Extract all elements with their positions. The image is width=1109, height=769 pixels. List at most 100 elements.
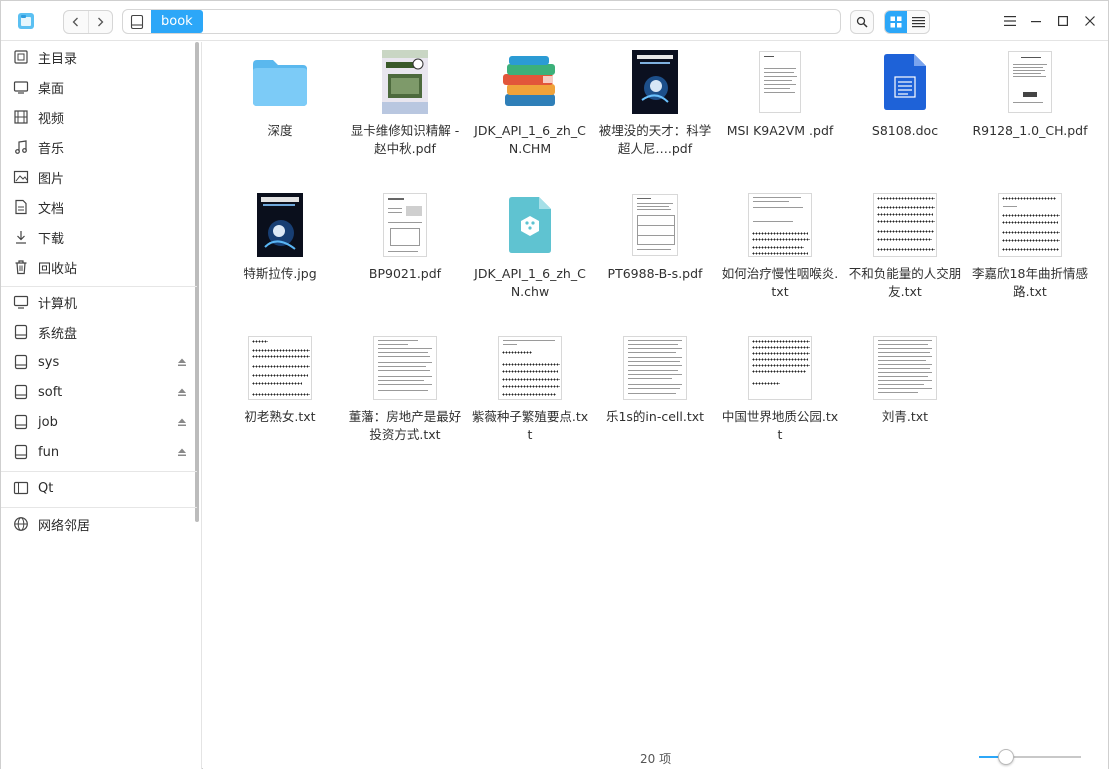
search-button[interactable] <box>850 10 874 34</box>
zoom-slider[interactable] <box>979 756 1081 758</box>
sidebar-item-documents[interactable]: 文档 <box>1 192 193 222</box>
file-name: 乐1s的in-cell.txt <box>605 409 705 424</box>
file-item[interactable]: JDK_API_1_6_zh_CN.chw <box>470 189 590 319</box>
sidebar-item-label: 图片 <box>38 171 65 187</box>
sidebar-item-label: 桌面 <box>38 81 65 97</box>
close-button[interactable] <box>1079 10 1101 32</box>
file-item[interactable]: BP9021.pdf <box>345 189 465 319</box>
sidebar-item-videos[interactable]: 视频 <box>1 102 193 132</box>
eject-icon[interactable] <box>177 357 187 367</box>
pdf-thumbnail <box>373 193 437 257</box>
file-item[interactable]: S8108.doc <box>845 46 965 176</box>
sidebar-item-desktop[interactable]: 桌面 <box>1 72 193 102</box>
minimize-button[interactable] <box>1025 10 1047 32</box>
maximize-button[interactable] <box>1052 10 1074 32</box>
file-name: 显卡维修知识精解 - 赵中秋.pdf <box>350 123 460 156</box>
desktop-icon <box>13 81 29 94</box>
txt-thumbnail <box>748 193 812 257</box>
history-nav <box>63 10 113 34</box>
file-item[interactable]: 不和负能量的人交朋友.txt <box>845 189 965 319</box>
file-name: 如何治疗慢性咽喉炎.txt <box>721 266 839 299</box>
file-item[interactable]: 被埋没的天才：科学超人尼…​.pdf <box>595 46 715 176</box>
file-item[interactable]: 如何治疗慢性咽喉炎.txt <box>720 189 840 319</box>
file-item[interactable]: 显卡维修知识精解 - 赵中秋.pdf <box>345 46 465 176</box>
file-item[interactable]: MSI K9A2VM .pdf <box>720 46 840 176</box>
item-count: 20 项 <box>640 752 672 766</box>
file-item[interactable]: 中国世界地质公园.txt <box>720 332 840 462</box>
sidebar-item-computer[interactable]: 计算机 <box>1 287 193 317</box>
sidebar-item-label: 网络邻居 <box>38 518 91 534</box>
sidebar-item-label: 计算机 <box>38 296 78 312</box>
titlebar: book <box>1 1 1108 41</box>
disk-icon <box>130 14 144 30</box>
icon-view-button[interactable] <box>885 11 907 33</box>
home-icon <box>14 50 28 64</box>
file-item[interactable]: 董藩：房地产是最好投资方式.txt <box>345 332 465 462</box>
file-item[interactable]: 李嘉欣18年曲折情感路.txt <box>970 189 1090 319</box>
file-item[interactable]: R9128_1.0_CH.pdf <box>970 46 1090 176</box>
sidebar-item-sys[interactable]: sys <box>1 347 193 377</box>
word-document-icon <box>873 50 937 114</box>
file-item[interactable]: 紫薇种子繁殖要点.txt <box>470 332 590 462</box>
file-item[interactable]: 深度 <box>220 46 340 176</box>
sidebar-item-network[interactable]: 网络邻居 <box>1 509 193 539</box>
sidebar: 主目录 桌面 视频 音乐 图片 文档 下载 回收站 计算机 系统盘 sys so… <box>1 42 202 769</box>
disk-icon <box>14 414 28 430</box>
sidebar-item-home[interactable]: 主目录 <box>1 42 193 72</box>
sidebar-item-pictures[interactable]: 图片 <box>1 162 193 192</box>
sidebar-item-trash[interactable]: 回收站 <box>1 252 193 282</box>
file-name: MSI K9A2VM .pdf <box>726 123 834 138</box>
file-item[interactable]: 乐1s的in-cell.txt <box>595 332 715 462</box>
disk-icon <box>14 444 28 460</box>
sidebar-item-label: Qt <box>38 480 54 496</box>
minimize-icon <box>1031 21 1041 23</box>
file-name: JDK_API_1_6_zh_CN.CHM <box>474 123 586 156</box>
eject-icon[interactable] <box>177 417 187 427</box>
forward-button[interactable] <box>87 11 112 33</box>
menu-button[interactable] <box>999 10 1021 32</box>
sidebar-item-qt[interactable]: Qt <box>1 473 193 503</box>
file-item[interactable]: JDK_API_1_6_zh_CN.CHM <box>470 46 590 176</box>
sidebar-item-system-disk[interactable]: 系统盘 <box>1 317 193 347</box>
file-name: 被埋没的天才：科学超人尼…​.pdf <box>598 123 712 156</box>
breadcrumb-item-book[interactable]: book <box>151 10 203 33</box>
file-item[interactable]: 刘青.txt <box>845 332 965 462</box>
folder-icon <box>248 50 312 114</box>
list-view-button[interactable] <box>907 11 929 33</box>
file-name: JDK_API_1_6_zh_CN.chw <box>474 266 586 299</box>
file-name: 初老熟女.txt <box>244 409 316 424</box>
sidebar-scrollbar[interactable] <box>195 42 199 522</box>
eject-icon[interactable] <box>177 447 187 457</box>
file-manager-window: book 主目录 桌面 视频 音乐 图片 文档 下载 回收站 计算机 系统盘 s… <box>0 0 1109 769</box>
file-item[interactable]: 特斯拉传.jpg <box>220 189 340 319</box>
sidebar-item-music[interactable]: 音乐 <box>1 132 193 162</box>
disk-icon <box>14 384 28 400</box>
bookmark-icon <box>13 481 29 495</box>
sidebar-item-soft[interactable]: soft <box>1 377 193 407</box>
computer-icon <box>13 295 29 309</box>
file-name: S8108.doc <box>871 123 939 138</box>
sidebar-item-label: 下载 <box>38 231 65 247</box>
chm-book-icon <box>498 50 562 114</box>
eject-icon[interactable] <box>177 387 187 397</box>
list-view-icon <box>911 17 925 28</box>
file-item[interactable]: PT6988-B-s.pdf <box>595 189 715 319</box>
sidebar-divider <box>1 507 197 508</box>
sidebar-item-label: 文档 <box>38 201 65 217</box>
sidebar-item-fun[interactable]: fun <box>1 437 193 467</box>
file-name: R9128_1.0_CH.pdf <box>972 123 1088 138</box>
back-button[interactable] <box>64 11 88 33</box>
zoom-slider-handle[interactable] <box>998 749 1014 765</box>
breadcrumb[interactable]: book <box>122 9 841 34</box>
file-view[interactable]: 深度 显卡维修知识精解 - 赵中秋.pdf JDK_API_1_6_zh_CN.… <box>203 42 1108 769</box>
file-name: 特斯拉传.jpg <box>243 266 317 281</box>
sidebar-item-downloads[interactable]: 下载 <box>1 222 193 252</box>
sidebar-item-job[interactable]: job <box>1 407 193 437</box>
sidebar-item-label: 回收站 <box>38 261 78 277</box>
sidebar-item-label: 系统盘 <box>38 326 78 342</box>
network-icon <box>14 517 28 531</box>
txt-thumbnail <box>998 193 1062 257</box>
file-name: 李嘉欣18年曲折情感路.txt <box>972 266 1088 299</box>
file-item[interactable]: 初老熟女.txt <box>220 332 340 462</box>
file-name: BP9021.pdf <box>368 266 442 281</box>
